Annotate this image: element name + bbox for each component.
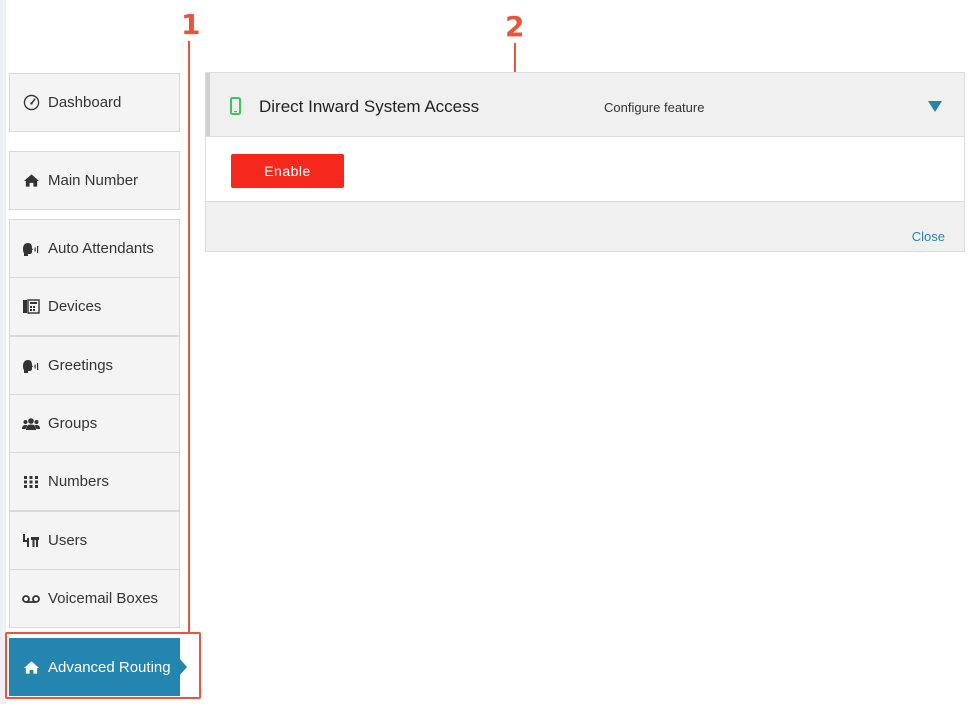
- sidebar-item-label: Users: [48, 532, 88, 549]
- speaking-head-icon: [20, 242, 42, 256]
- sidebar-item-label: Auto Attendants: [48, 240, 154, 257]
- users-group-icon: [20, 417, 42, 431]
- speaking-head-icon: [20, 359, 42, 373]
- sidebar-item-label: Voicemail Boxes: [48, 590, 159, 607]
- sidebar-item-label: Dashboard: [48, 94, 122, 111]
- sidebar-item-main-number[interactable]: Main Number: [9, 151, 180, 210]
- annotation-marker-2: 2: [505, 10, 525, 43]
- close-link[interactable]: Close: [912, 229, 945, 244]
- sidebar-item-label: Advanced Routing: [48, 658, 171, 676]
- feature-title: Direct Inward System Access: [259, 97, 480, 116]
- home-icon: [20, 173, 42, 188]
- sidebar-item-voicemail-boxes[interactable]: Voicemail Boxes: [9, 569, 180, 628]
- voicemail-icon: [20, 594, 42, 604]
- configure-feature-label: Configure feature: [604, 100, 705, 115]
- sidebar-item-users[interactable]: Users: [9, 511, 180, 570]
- feature-panel-footer: Close: [206, 201, 964, 251]
- header-accent-bar: [206, 73, 210, 136]
- sidebar-item-label: Greetings: [48, 357, 114, 374]
- caret-down-icon[interactable]: [928, 101, 942, 112]
- sidebar-item-greetings[interactable]: Greetings: [9, 336, 180, 395]
- active-item-arrow-icon: [179, 658, 187, 676]
- sidebar-item-auto-attendants[interactable]: Auto Attendants: [9, 219, 180, 278]
- sidebar-item-advanced-routing[interactable]: Advanced Routing: [9, 638, 180, 696]
- sidebar-item-dashboard[interactable]: Dashboard: [9, 73, 180, 132]
- feature-panel-header[interactable]: Direct Inward System Access Configure fe…: [206, 73, 964, 137]
- keypad-icon: [20, 475, 42, 489]
- sidebar-item-label: Numbers: [48, 473, 109, 490]
- sidebar-item-label: Groups: [48, 415, 98, 432]
- sidebar-item-label: Main Number: [48, 172, 139, 189]
- sidebar-item-groups[interactable]: Groups: [9, 394, 180, 453]
- home-icon: [20, 660, 42, 675]
- sidebar-item-devices[interactable]: Devices: [9, 277, 180, 336]
- fax-device-icon: [20, 299, 42, 314]
- sidebar-item-numbers[interactable]: Numbers: [9, 452, 180, 511]
- mobile-phone-icon: [230, 97, 241, 120]
- gauge-icon: [20, 94, 42, 111]
- feature-panel: Direct Inward System Access Configure fe…: [205, 72, 965, 252]
- enable-button[interactable]: Enable: [231, 154, 344, 188]
- sidebar-item-label: Devices: [48, 298, 102, 315]
- annotation-marker-1: 1: [181, 8, 201, 41]
- org-chart-icon: [20, 533, 42, 548]
- annotation-line-1: [188, 41, 190, 633]
- left-edge-strip: [0, 0, 6, 704]
